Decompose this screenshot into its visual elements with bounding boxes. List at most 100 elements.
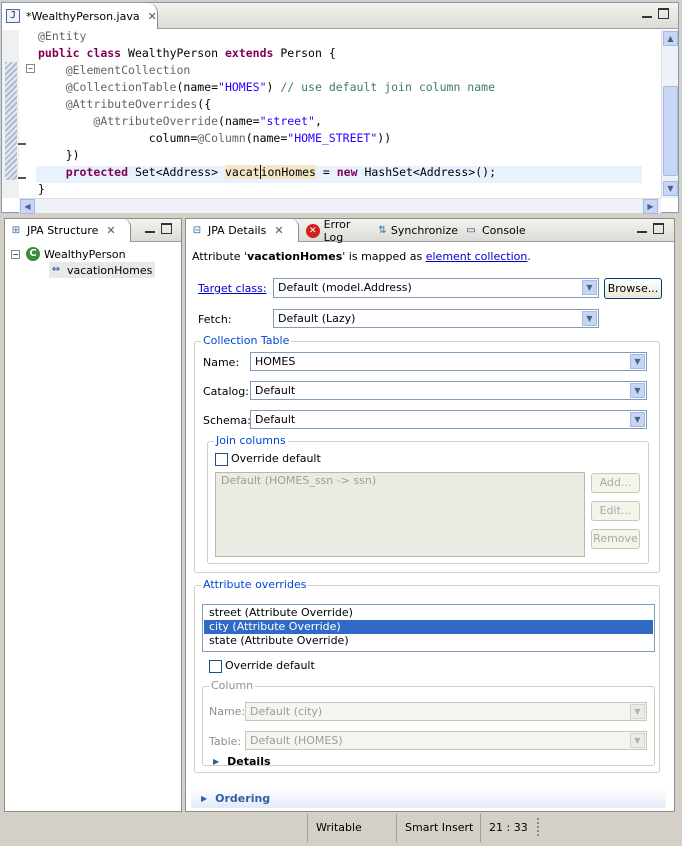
add-button[interactable]: Add... [591, 473, 640, 493]
text-caret: ionHomes [259, 165, 316, 179]
maximize-icon[interactable] [653, 223, 664, 234]
schema-value: Default [255, 413, 296, 426]
tab-console-label: Console [482, 224, 526, 237]
schema-label: Schema: [203, 414, 251, 427]
element-collection-link[interactable]: element collection [426, 250, 528, 263]
catalog-combo[interactable]: Default ▼ [250, 381, 647, 400]
tab-jpa-details[interactable]: ⊟ JPA Details ✕ [186, 219, 299, 242]
collection-name-combo[interactable]: HOMES ▼ [250, 352, 647, 371]
browse-button[interactable]: Browse... [604, 278, 662, 299]
column-group: Column Name: Default (city) ▼ Table: Def… [202, 679, 655, 768]
tree-item-label: WealthyPerson [44, 247, 126, 261]
tab-jpa-structure[interactable]: ⊞ JPA Structure ✕ [5, 219, 131, 242]
remove-button[interactable]: Remove [591, 529, 640, 549]
code-line-8: }) [65, 148, 80, 162]
chevron-down-icon[interactable]: ▼ [630, 733, 645, 748]
list-item[interactable]: street (Attribute Override) [204, 606, 653, 620]
status-cursor-position: 21 : 33 [480, 814, 536, 842]
code-line-6: @AttributeOverride(name="street", [93, 114, 322, 128]
attr-override-default[interactable]: Override default [209, 659, 315, 673]
scroll-up-icon[interactable]: ▲ [663, 31, 678, 46]
mapping-description: Attribute 'vacationHomes' is mapped as e… [192, 250, 531, 263]
tree-item-wealthyperson[interactable]: − C WealthyPerson [11, 246, 126, 262]
scroll-down-icon[interactable]: ▼ [663, 181, 678, 196]
editor-vertical-scrollbar[interactable]: ▲ ▼ [661, 30, 678, 198]
column-table-label: Table: [209, 735, 242, 748]
maximize-icon[interactable] [161, 223, 172, 234]
java-editor[interactable]: J *WealthyPerson.java ✕ − @Entity public… [1, 2, 679, 214]
edit-button[interactable]: Edit... [591, 501, 640, 521]
code-line-4: @CollectionTable(name="HOMES") // use de… [65, 80, 495, 94]
minimize-icon[interactable] [637, 223, 647, 233]
tree-item-vacationhomes[interactable]: ⇔ vacationHomes [49, 262, 156, 278]
name-label: Name: [203, 356, 240, 369]
column-table-combo[interactable]: Default (HOMES) ▼ [245, 731, 647, 750]
details-section-toggle[interactable]: ▶ Details [213, 755, 271, 768]
status-separator [537, 818, 539, 836]
scroll-thumb[interactable] [663, 86, 678, 176]
status-writable: Writable [307, 814, 397, 842]
scroll-right-icon[interactable]: ▶ [643, 199, 658, 214]
override-default-checkbox[interactable] [209, 659, 222, 673]
ordering-label: Ordering [215, 791, 271, 805]
maximize-icon[interactable] [658, 8, 669, 19]
column-name-label: Name: [209, 705, 246, 718]
attribute-overrides-group: Attribute overrides street (Attribute Ov… [194, 578, 660, 773]
fetch-combo[interactable]: Default (Lazy) ▼ [273, 309, 599, 328]
chevron-down-icon[interactable]: ▼ [582, 280, 597, 295]
minimize-icon[interactable] [145, 223, 155, 233]
attribute-overrides-list[interactable]: street (Attribute Override) city (Attrib… [202, 604, 655, 652]
tab-error-log[interactable]: ✕ Error Log [302, 218, 372, 244]
code-line-1: @Entity [38, 29, 87, 43]
scroll-left-icon[interactable]: ◀ [20, 199, 35, 214]
close-icon[interactable]: ✕ [106, 224, 115, 237]
tree-collapse-icon[interactable]: − [11, 249, 20, 259]
details-label: Details [227, 755, 271, 768]
schema-combo[interactable]: Default ▼ [250, 410, 647, 429]
close-icon[interactable]: ✕ [148, 10, 157, 23]
override-default-label: Override default [231, 452, 321, 465]
tab-synchronize-label: Synchronize [390, 224, 458, 237]
column-title: Column [209, 679, 256, 693]
tab-synchronize[interactable]: ⇅ Synchronize [374, 219, 458, 242]
code-line-3: @ElementCollection [65, 63, 191, 77]
editor-tab-wealthyperson[interactable]: J *WealthyPerson.java ✕ [2, 3, 158, 29]
attribute-name: vacationHomes [247, 250, 343, 263]
jpa-structure-view: ⊞ JPA Structure ✕ − C WealthyPerson ⇔ va… [4, 218, 182, 812]
editor-tab-label: *WealthyPerson.java [26, 9, 140, 23]
code-area[interactable]: − @Entity public class WealthyPerson ext… [2, 29, 678, 198]
editor-horizontal-scrollbar[interactable]: ◀ ▶ [19, 198, 661, 214]
variable-occurrence-highlight: vacationHomes [224, 165, 316, 179]
list-item[interactable]: city (Attribute Override) [204, 620, 653, 634]
chevron-down-icon[interactable]: ▼ [630, 412, 645, 427]
catalog-value: Default [255, 384, 296, 397]
tab-jpa-structure-label: JPA Structure [27, 224, 99, 237]
minimize-icon[interactable] [642, 8, 652, 18]
fold-collapse-icon[interactable]: − [26, 64, 35, 73]
join-columns-group: Join columns Override default Default (H… [207, 434, 649, 564]
close-icon[interactable]: ✕ [274, 224, 283, 237]
join-override-default[interactable]: Override default [215, 452, 321, 466]
chevron-down-icon[interactable]: ▼ [630, 354, 645, 369]
override-default-checkbox[interactable] [215, 452, 228, 466]
collection-name-value: HOMES [255, 355, 296, 368]
column-name-value: Default (city) [250, 705, 323, 718]
column-table-value: Default (HOMES) [250, 734, 343, 747]
column-name-combo[interactable]: Default (city) ▼ [245, 702, 647, 721]
tab-console[interactable]: ▭ Console [460, 219, 526, 242]
chevron-down-icon[interactable]: ▼ [630, 704, 645, 719]
target-class-combo[interactable]: Default (model.Address) ▼ [273, 278, 599, 298]
fetch-label: Fetch: [198, 313, 232, 326]
list-item[interactable]: state (Attribute Override) [204, 634, 653, 648]
error-log-icon: ✕ [306, 223, 320, 238]
status-insert-mode: Smart Insert [396, 814, 480, 842]
chevron-down-icon[interactable]: ▼ [582, 311, 597, 326]
tab-jpa-details-label: JPA Details [208, 224, 267, 237]
java-file-icon: J [6, 9, 20, 23]
element-collection-icon: ⇔ [51, 264, 61, 275]
target-class-link[interactable]: Target class: [198, 282, 267, 295]
chevron-down-icon[interactable]: ▼ [630, 383, 645, 398]
fetch-value: Default (Lazy) [278, 312, 356, 325]
change-marker [18, 177, 26, 179]
ordering-section-toggle[interactable]: ▶ Ordering [191, 788, 666, 808]
